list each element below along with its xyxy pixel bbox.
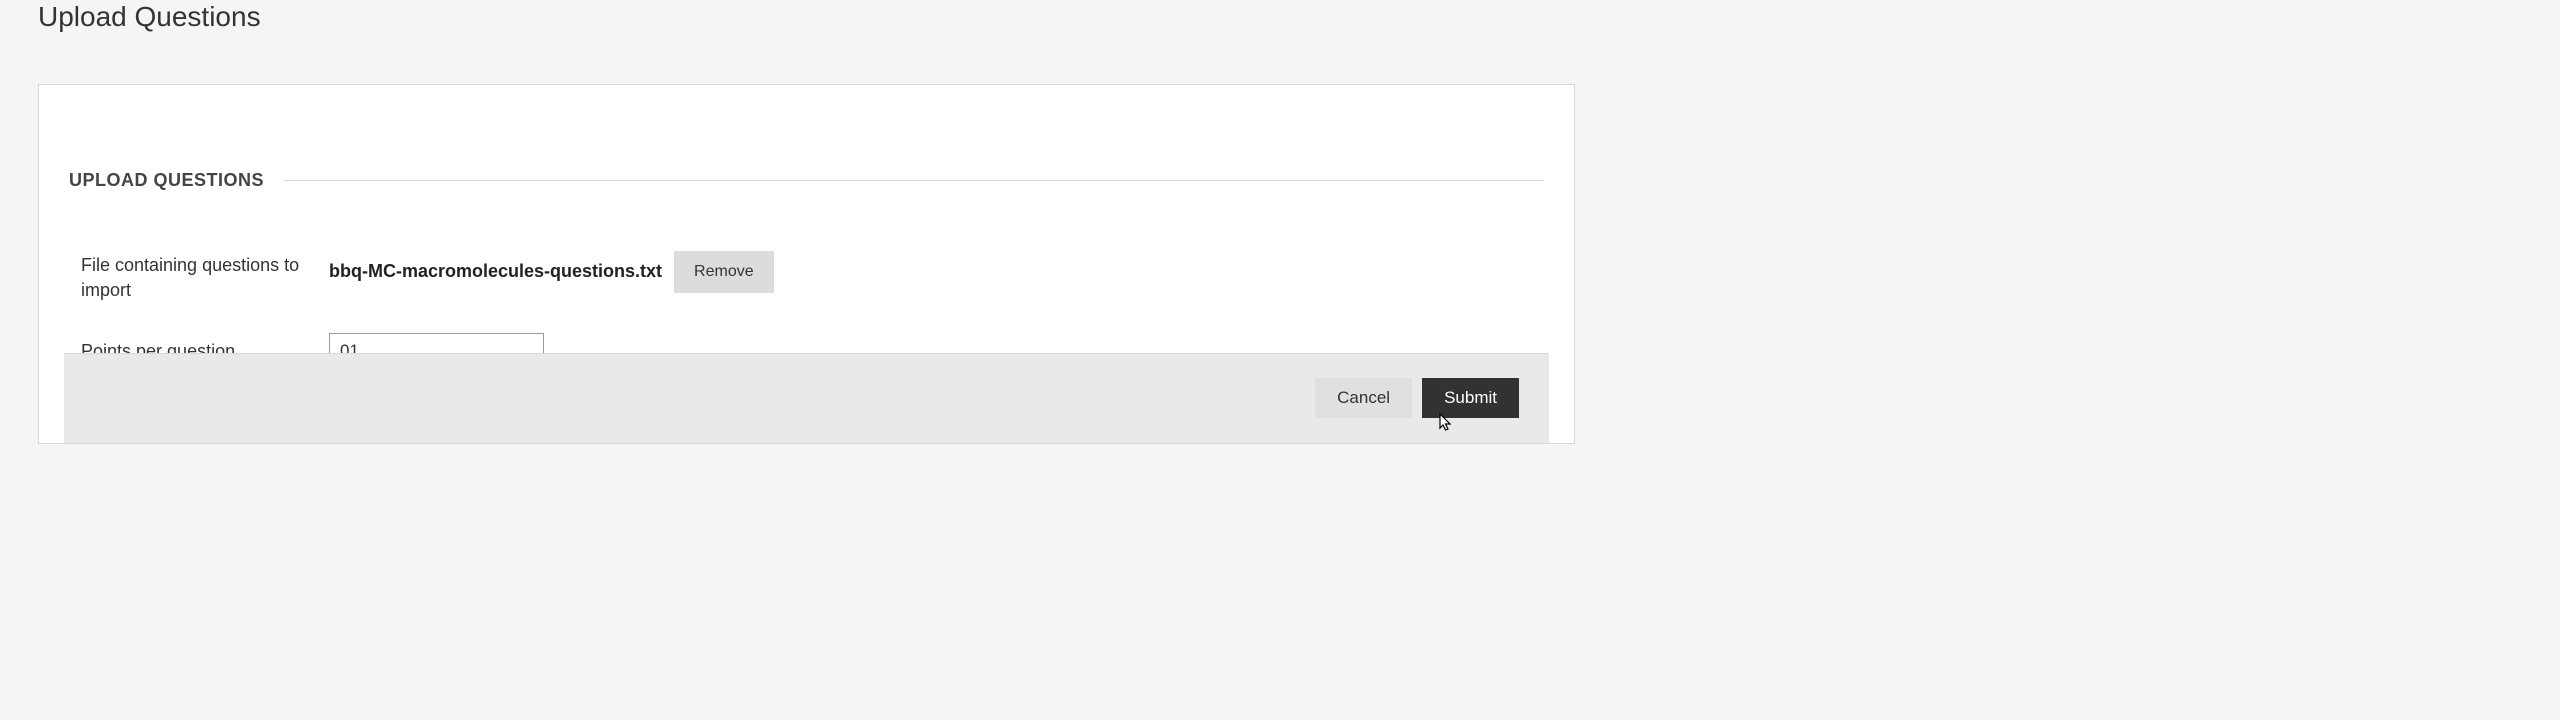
uploaded-file-name: bbq-MC-macromolecules-questions.txt bbox=[329, 261, 662, 282]
page-title: Upload Questions bbox=[38, 0, 1575, 34]
upload-panel: UPLOAD QUESTIONS File containing questio… bbox=[38, 84, 1575, 444]
section-heading: UPLOAD QUESTIONS bbox=[69, 170, 284, 191]
submit-button[interactable]: Submit bbox=[1422, 378, 1519, 418]
cancel-button[interactable]: Cancel bbox=[1315, 378, 1412, 418]
section-divider bbox=[284, 180, 1544, 181]
footer-bar: Cancel Submit bbox=[64, 353, 1549, 443]
section-header: UPLOAD QUESTIONS bbox=[69, 170, 1544, 191]
file-value: bbq-MC-macromolecules-questions.txt Remo… bbox=[329, 251, 774, 293]
file-row: File containing questions to import bbq-… bbox=[69, 251, 1544, 303]
remove-button[interactable]: Remove bbox=[674, 251, 774, 293]
file-label: File containing questions to import bbox=[69, 251, 329, 303]
